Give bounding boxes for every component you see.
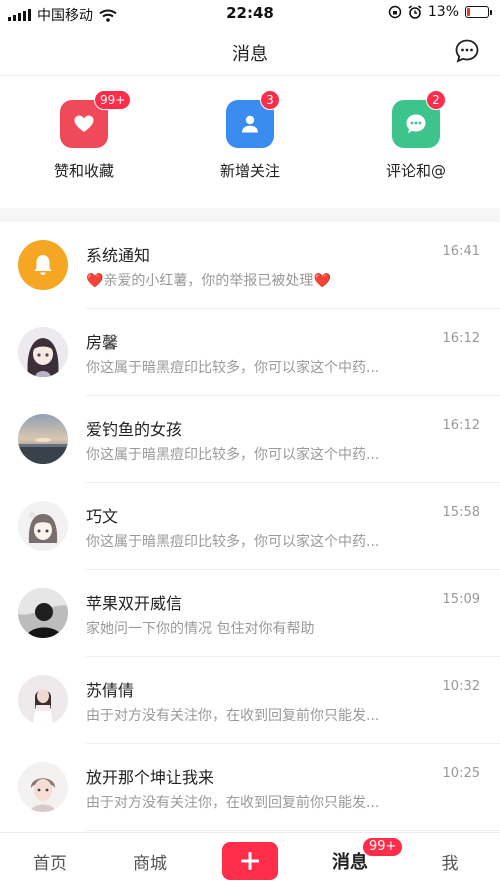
avatar [18,588,68,638]
message-preview: 你这属于暗黑痘印比较多，你可以家这个中药... [86,360,380,376]
likes-label: 赞和收藏 [53,162,114,180]
status-bar: 中国移动 22:48 13% [0,0,500,26]
list-item[interactable]: 苹果双开威信 15:09 家她问一下你的情况 包住对你有帮助 [0,570,500,657]
likes-badge: 99+ [94,90,132,110]
heart-emoji-icon: ❤️ [86,273,104,289]
message-time: 16:41 [442,244,480,259]
followers-icon-tile: 3 [226,90,280,148]
comment-icon [406,114,426,133]
contact-name: 苏倩倩 [86,681,135,700]
new-chat-icon[interactable] [454,38,480,64]
followers-badge: 3 [260,90,280,110]
battery-icon [465,6,492,18]
list-item[interactable]: 爱钓鱼的女孩 16:12 你这属于暗黑痘印比较多，你可以家这个中药... [0,396,500,483]
list-item[interactable]: 巧文 15:58 你这属于暗黑痘印比较多，你可以家这个中药... [0,483,500,570]
message-preview: 由于对方没有关注你，在收到回复前你只能发... [86,708,380,724]
contact-name: 房馨 [86,333,119,352]
followers-label: 新增关注 [219,162,280,180]
heart-emoji-icon: ❤️ [313,273,331,289]
avatar [18,501,68,551]
bell-icon [18,240,68,290]
message-preview: 你这属于暗黑痘印比较多，你可以家这个中药... [86,447,380,463]
screen-lock-icon [388,5,402,19]
bottom-tab-bar: 首页 商城 消息 99+ 我 [0,832,500,887]
message-time: 10:32 [442,679,480,694]
message-preview: 家她问一下你的情况 包住对你有帮助 [86,621,315,637]
message-preview-text: 亲爱的小红薯，你的举报已被处理 [103,273,314,289]
contact-name: 爱钓鱼的女孩 [86,420,183,439]
message-time: 15:09 [442,592,480,607]
contact-name: 系统通知 [86,246,151,265]
message-preview: ❤️亲爱的小红薯，你的举报已被处理❤️ [86,270,426,290]
contact-name: 放开那个坤让我来 [86,768,215,787]
message-time: 16:12 [442,331,480,346]
list-item[interactable]: 房馨 16:12 你这属于暗黑痘印比较多，你可以家这个中药... [0,309,500,396]
new-followers[interactable]: 3 新增关注 [190,90,310,181]
comments-label: 评论和@ [385,162,446,180]
comments-badge: 2 [426,90,446,110]
likes-and-favorites[interactable]: 99+ 赞和收藏 [24,90,144,181]
list-item[interactable]: 放开那个坤让我来 10:25 由于对方没有关注你，在收到回复前你只能发... [0,744,500,831]
title-bar: 消息 [0,26,500,76]
post-button[interactable] [222,842,278,880]
row-divider [86,830,500,831]
comments-icon-tile: 2 [392,90,446,148]
message-time: 16:12 [442,418,480,433]
contact-name: 巧文 [86,507,119,526]
message-time: 10:25 [442,766,480,781]
avatar [18,675,68,725]
likes-icon-tile: 99+ [60,90,132,148]
comments-and-mentions[interactable]: 2 评论和@ [356,90,476,181]
message-list: 系统通知 16:41 ❤️亲爱的小红薯，你的举报已被处理❤️ 房馨 16:12 … [0,222,500,831]
contact-name: 苹果双开威信 [86,594,183,613]
message-preview: 你这属于暗黑痘印比较多，你可以家这个中药... [86,534,380,550]
page-title: 消息 [232,44,268,65]
message-time: 15:58 [442,505,480,520]
section-divider [0,208,500,222]
avatar [18,414,68,464]
tab-me[interactable]: 我 [410,849,490,874]
tab-mall[interactable]: 商城 [110,849,190,874]
avatar [18,762,68,812]
tab-home[interactable]: 首页 [10,849,90,874]
list-item[interactable]: 苏倩倩 10:32 由于对方没有关注你，在收到回复前你只能发... [0,657,500,744]
plus-icon [241,852,259,870]
avatar [18,327,68,377]
message-preview: 由于对方没有关注你，在收到回复前你只能发... [86,795,380,811]
heart-icon [74,115,94,132]
status-right: 13% [388,4,492,20]
alarm-icon [408,5,422,19]
notification-categories: 99+ 赞和收藏 3 新增关注 2 评论和@ [0,78,500,208]
battery-percent: 13% [427,4,459,20]
person-icon [242,115,258,133]
messages-tab-badge: 99+ [362,837,404,857]
battery-level [467,8,470,16]
list-item-system-notice[interactable]: 系统通知 16:41 ❤️亲爱的小红薯，你的举报已被处理❤️ [0,222,500,309]
